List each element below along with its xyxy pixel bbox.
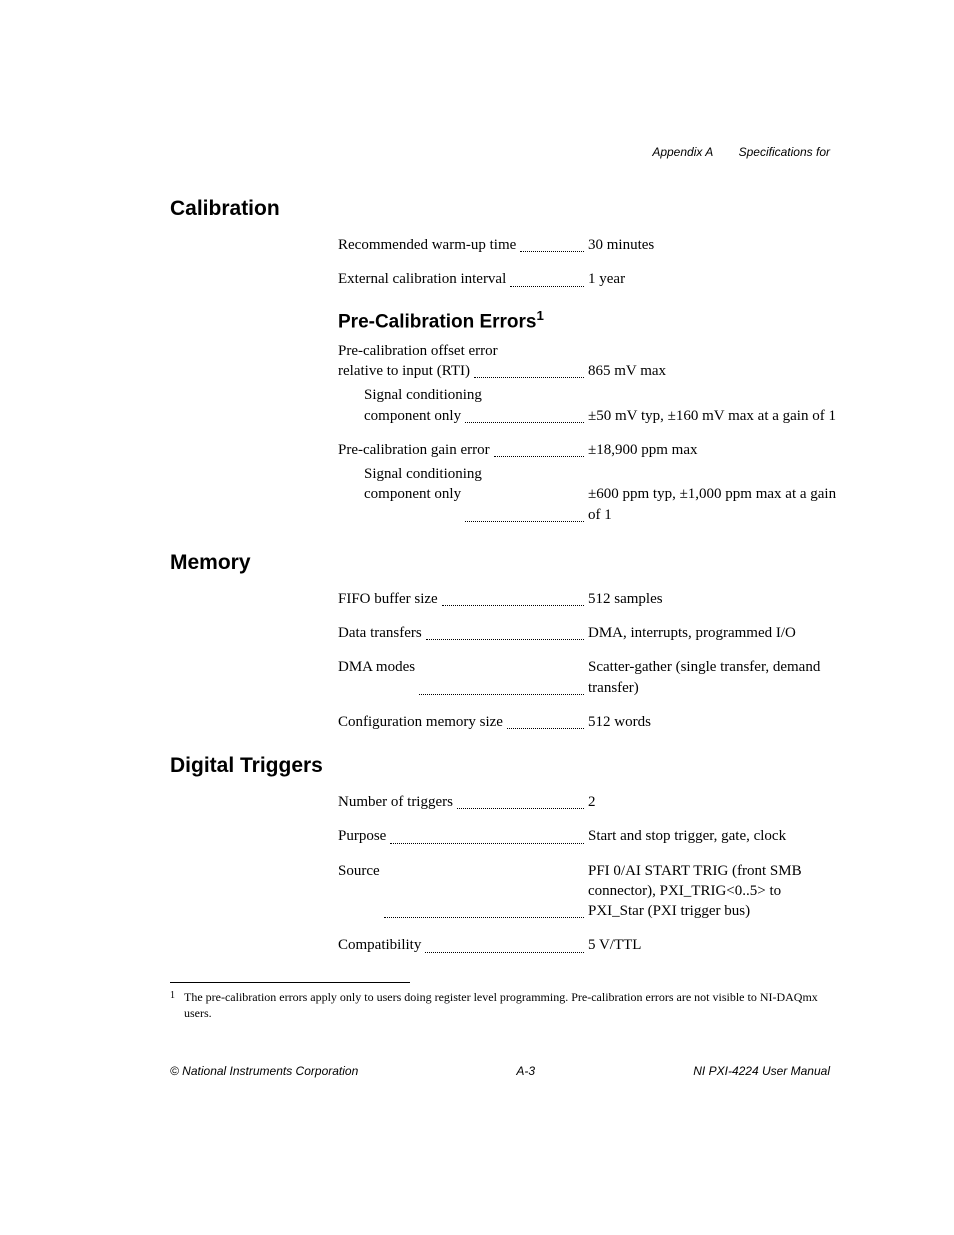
leader-dots [457,795,584,810]
spec-value: 5 V/TTL [588,935,838,955]
spec-offset-label1: Pre-calibration offset error [338,341,838,361]
spec-value: 865 mV max [588,361,838,381]
spec-label: relative to input (RTI) [338,361,470,381]
leader-dots [442,592,584,607]
footer-center: A-3 [516,1064,535,1078]
spec-label: DMA modes [338,657,415,677]
spec-value: Start and stop trigger, gate, clock [588,826,838,846]
heading-triggers: Digital Triggers [170,754,830,778]
spec-label: Data transfers [338,623,422,643]
leader-dots [494,443,584,458]
spec-value: 1 year [588,269,838,289]
spec-label: component only [364,484,461,504]
leader-dots [419,680,584,695]
spec-label: Configuration memory size [338,712,503,732]
spec-value: ±18,900 ppm max [588,440,838,460]
spec-offset-sub1: Signal conditioning [338,385,838,405]
spec-offset-sub: component only ±50 mV typ, ±160 mV max a… [338,406,838,426]
spec-value: PFI 0/AI START TRIG (front SMB connector… [588,861,838,922]
spec-value: 2 [588,792,838,812]
heading-calibration: Calibration [170,197,830,221]
spec-dma: DMA modes Scatter-gather (single transfe… [338,657,838,698]
spec-label: Source [338,861,380,881]
leader-dots [465,408,584,423]
leader-dots [426,626,584,641]
spec-number: Number of triggers 2 [338,792,838,812]
spec-warmup: Recommended warm-up time 30 minutes [338,235,838,255]
leader-dots [474,364,584,379]
spec-config: Configuration memory size 512 words [338,712,838,732]
spec-source: Source PFI 0/AI START TRIG (front SMB co… [338,861,838,922]
spec-interval: External calibration interval 1 year [338,269,838,289]
page-footer: © National Instruments Corporation A-3 N… [170,1064,830,1078]
spec-label: Purpose [338,826,386,846]
footer-left: © National Instruments Corporation [170,1064,358,1078]
leader-dots [465,507,584,522]
spec-label: component only [364,406,461,426]
spec-value: 30 minutes [588,235,838,255]
footnote-rule [170,982,410,983]
spec-value: ±50 mV typ, ±160 mV max at a gain of 1 [588,406,838,426]
spec-value: DMA, interrupts, programmed I/O [588,623,838,643]
spec-offset: relative to input (RTI) 865 mV max [338,361,838,381]
spec-value: ±600 ppm typ, ±1,000 ppm max at a gain o… [588,484,838,525]
spec-label: Number of triggers [338,792,453,812]
leader-dots [510,272,584,287]
footnote-number: 1 [170,989,184,1023]
spec-label: FIFO buffer size [338,589,438,609]
spec-value: 512 words [588,712,838,732]
leader-dots [507,715,584,730]
spec-gain: Pre-calibration gain error ±18,900 ppm m… [338,440,838,460]
footnote: 1 The pre-calibration errors apply only … [170,989,830,1023]
spec-value: 512 samples [588,589,838,609]
spec-label: Pre-calibration gain error [338,440,490,460]
footnote-text: The pre-calibration errors apply only to… [184,989,830,1023]
spec-gain-sub1: Signal conditioning [338,464,838,484]
leader-dots [390,829,584,844]
leader-dots [425,938,584,953]
appendix-label: Appendix A [652,145,713,159]
spec-label: Compatibility [338,935,421,955]
leader-dots [384,904,584,919]
spec-compat: Compatibility 5 V/TTL [338,935,838,955]
leader-dots [520,238,584,253]
spec-label: External calibration interval [338,269,506,289]
spec-transfers: Data transfers DMA, interrupts, programm… [338,623,838,643]
heading-memory: Memory [170,551,830,575]
spec-purpose: Purpose Start and stop trigger, gate, cl… [338,826,838,846]
spec-fifo: FIFO buffer size 512 samples [338,589,838,609]
appendix-title: Specifications for [739,145,830,159]
footer-right: NI PXI-4224 User Manual [693,1064,830,1078]
spec-value: Scatter-gather (single transfer, demand … [588,657,838,698]
spec-label: Recommended warm-up time [338,235,516,255]
heading-precal: Pre-Calibration Errors1 [338,308,838,333]
spec-gain-sub: component only ±600 ppm typ, ±1,000 ppm … [338,484,838,525]
running-header: Appendix A Specifications for [170,145,830,159]
